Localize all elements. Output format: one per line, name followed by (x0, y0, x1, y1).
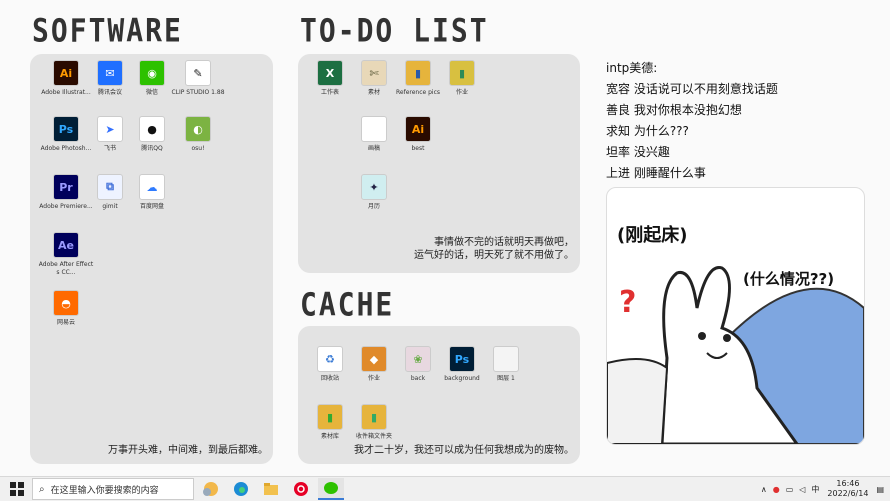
todo-desktop-icon[interactable]: ▮ 作业 (434, 60, 490, 97)
software-desktop-icon[interactable]: Ae Adobe After Effects CC... (38, 232, 94, 277)
app-icon: ✄ (361, 60, 387, 86)
app-icon: Ps (53, 116, 79, 142)
app-icon: ◉ (139, 60, 165, 86)
app-icon: ● (139, 116, 165, 142)
desktop-icon-label: best (411, 145, 425, 152)
volume-icon[interactable]: ◁ (799, 485, 805, 494)
desktop-icon-label: 月历 (367, 203, 380, 210)
app-icon: ➤ (97, 116, 123, 142)
notes-block: intp美德: 宽容 没话说可以不用刻意找话题 善良 我对你根本没抱幻想 求知 … (606, 58, 778, 184)
chevron-up-icon[interactable]: ∧ (761, 485, 767, 494)
desktop-icon-label: 网易云 (56, 319, 75, 326)
desktop-icon-label: osu! (191, 145, 205, 152)
network-icon[interactable]: ▭ (786, 485, 794, 494)
cache-desktop-icon[interactable]: 图层 1 (478, 346, 534, 383)
todo-caption-line1: 事情做不完的话就明天再做吧， (434, 237, 574, 248)
app-icon: ▮ (449, 60, 475, 86)
app-icon: ✎ (185, 60, 211, 86)
app-icon: ▮ (361, 404, 387, 430)
app-icon: Pr (53, 174, 79, 200)
start-button[interactable] (10, 482, 24, 496)
desktop-icon-label: 作业 (455, 89, 468, 96)
clock-date: 2022/6/14 (827, 489, 869, 498)
meme-bubble-what: (什么情况??) (743, 270, 835, 288)
notes-line: 上进 刚睡醒什么事 (606, 166, 706, 180)
meme-question-mark: ? (619, 285, 637, 320)
cache-desktop-icon[interactable]: ▮ 收件箱文件夹 (346, 404, 402, 441)
app-icon: ◆ (361, 346, 387, 372)
app-icon: Ai (405, 116, 431, 142)
meme-bubble-wake-text: 刚起床 (625, 225, 680, 246)
meme-bubble-what-text: 什么情况?? (749, 270, 828, 288)
tray-app-icon[interactable]: ● (773, 485, 780, 494)
weather-icon[interactable] (198, 479, 224, 499)
software-heading: SOFTWARE (32, 11, 183, 50)
software-desktop-icon[interactable]: ◐ osu! (170, 116, 226, 153)
app-icon: Ps (449, 346, 475, 372)
wechat-icon[interactable] (318, 478, 344, 500)
app-icon: ☁ (139, 174, 165, 200)
app-icon: ✉ (97, 60, 123, 86)
file-explorer-icon[interactable] (258, 479, 284, 499)
cache-caption: 我才二十岁，我还可以成为任何我想成为的废物。 (354, 445, 574, 456)
software-caption: 万事开头难，中间难，到最后都难。 (108, 445, 268, 456)
desktop-icon-label: 收件箱文件夹 (355, 433, 392, 440)
app-icon: ◐ (185, 116, 211, 142)
search-icon: ⌕ (39, 483, 45, 495)
app-icon: X (317, 60, 343, 86)
app-icon: Ae (53, 232, 79, 258)
clock[interactable]: 16:46 2022/6/14 (827, 479, 868, 499)
todo-caption: 事情做不完的话就明天再做吧， 运气好的话，明天死了就不用做了。 (330, 236, 574, 262)
app-icon: ◓ (53, 290, 79, 316)
notes-title: intp美德: (606, 61, 658, 75)
desktop-icon-label: 百度网盘 (139, 203, 164, 210)
notes-line: 坦率 没兴趣 (606, 145, 670, 159)
todo-desktop-icon[interactable]: ✦ 月历 (346, 174, 402, 211)
app-icon: Ai (53, 60, 79, 86)
notes-line: 宽容 没话说可以不用刻意找话题 (606, 82, 778, 96)
meme-bubble-wake: (刚起床) (617, 225, 688, 246)
search-placeholder: 在这里输入你要搜索的内容 (50, 485, 159, 496)
netease-music-icon[interactable] (288, 479, 314, 499)
app-icon: ▮ (405, 60, 431, 86)
meme-image: (刚起床) (什么情况??) ? (606, 187, 865, 445)
ime-indicator[interactable]: 中 (811, 484, 819, 495)
software-desktop-icon[interactable]: ☁ 百度网盘 (124, 174, 180, 211)
desktop-icon-label: CLIP STUDIO 1.88 (171, 89, 225, 96)
notes-line: 求知 为什么??? (606, 124, 689, 138)
system-tray: ∧ ● ▭ ◁ 中 16:46 2022/6/14 ▤ (761, 479, 884, 499)
app-icon: ✦ (361, 174, 387, 200)
taskbar: ⌕ 在这里输入你要搜索的内容 ∧ ● ▭ ◁ 中 16:46 2022/6/14… (0, 476, 890, 501)
todo-heading: TO-DO LIST (300, 11, 489, 50)
app-icon: ❀ (405, 346, 431, 372)
notification-icon[interactable]: ▤ (876, 485, 884, 494)
clock-time: 16:46 (836, 479, 860, 488)
software-desktop-icon[interactable]: ◓ 网易云 (38, 290, 94, 327)
app-icon: ♻ (317, 346, 343, 372)
notes-line: 善良 我对你根本没抱幻想 (606, 103, 742, 117)
todo-caption-line2: 运气好的话，明天死了就不用做了。 (414, 250, 574, 261)
app-icon (361, 116, 387, 142)
software-desktop-icon[interactable]: ✎ CLIP STUDIO 1.88 (170, 60, 226, 97)
taskbar-search-box[interactable]: ⌕ 在这里输入你要搜索的内容 (32, 478, 194, 500)
cache-heading: CACHE (300, 285, 395, 324)
desktop-icon-label: 图层 1 (497, 375, 515, 382)
todo-desktop-icon[interactable]: Ai best (390, 116, 446, 153)
edge-icon[interactable] (228, 479, 254, 499)
app-icon (493, 346, 519, 372)
desktop-icon-label: Adobe After Effects CC... (38, 261, 94, 276)
app-icon: ⧉ (97, 174, 123, 200)
app-icon: ▮ (317, 404, 343, 430)
